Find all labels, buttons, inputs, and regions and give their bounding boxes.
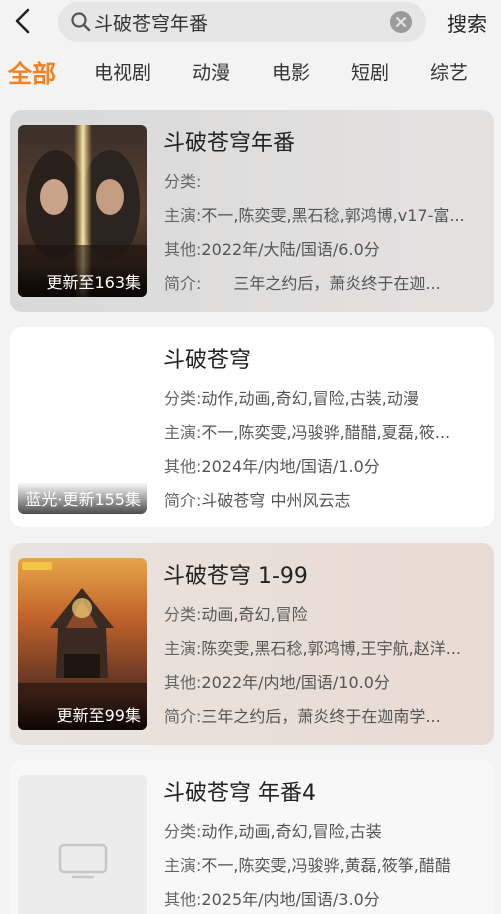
intro-row: 简介: 三年之约后，萧炎终于在迦... [164,274,441,293]
clear-button[interactable] [390,11,412,33]
tab-all[interactable]: 全部 [8,54,56,89]
tab-anime[interactable]: 动漫 [192,58,230,85]
poster-image[interactable]: 蓝光·更新155集 [18,342,147,514]
category-row: 分类:动作,动画,奇幻,冒险,古装,动漫 [164,389,419,408]
result-card[interactable]: 蓝光·更新155集 斗破苍穹 分类:动作,动画,奇幻,冒险,古装,动漫 主演:不… [10,327,494,527]
intro-row: 简介:三年之约后，萧炎终于在迦南学... [164,707,441,726]
episode-badge: 更新至99集 [18,698,147,730]
cast-row: 主演:不一,陈奕雯,冯骏骅,黄磊,筱筝,醋醋 [164,856,451,875]
poster-image[interactable]: 更新至99集 [18,558,147,730]
chevron-left-icon [15,8,30,34]
category-tabs: 全部 电视剧 动漫 电影 短剧 综艺 [0,52,501,92]
other-row: 其他:2024年/内地/国语/1.0分 [164,457,380,476]
result-card[interactable]: 斗破苍穹 年番4 分类:动作,动画,奇幻,冒险,古装 主演:不一,陈奕雯,冯骏骅… [10,760,494,914]
cast-row: 主演:不一,陈奕雯,黑石稔,郭鸿博,v17-富... [164,206,465,225]
search-input[interactable] [94,6,384,38]
result-card[interactable]: 更新至163集 斗破苍穹年番 分类: 主演:不一,陈奕雯,黑石稔,郭鸿博,v17… [10,110,494,312]
clear-icon [396,17,406,27]
other-row: 其他:2022年/内地/国语/10.0分 [164,673,390,692]
result-title[interactable]: 斗破苍穹年番 [163,125,295,157]
poster-placeholder[interactable] [18,775,147,914]
category-row: 分类: [164,172,202,191]
tv-icon [58,843,108,879]
episode-badge: 更新至163集 [18,265,147,297]
search-icon [71,12,91,32]
category-row: 分类:动作,动画,奇幻,冒险,古装 [164,822,382,841]
tab-tv[interactable]: 电视剧 [94,58,151,85]
other-row: 其他:2022年/大陆/国语/6.0分 [164,240,380,259]
tab-short[interactable]: 短剧 [351,58,389,85]
back-button[interactable] [8,6,38,36]
intro-row: 简介:斗破苍穹 中州风云志 [164,491,351,510]
top-bar: 搜索 [0,0,501,44]
result-title[interactable]: 斗破苍穹 年番4 [163,775,316,807]
result-title[interactable]: 斗破苍穹 1-99 [163,558,308,590]
poster-image[interactable]: 更新至163集 [18,125,147,297]
category-row: 分类:动画,奇幻,冒险 [164,605,308,624]
cast-row: 主演:不一,陈奕雯,冯骏骅,醋醋,夏磊,筱... [164,423,451,442]
search-box[interactable] [58,2,426,42]
result-title[interactable]: 斗破苍穹 [163,342,251,374]
other-row: 其他:2025年/内地/国语/3.0分 [164,890,380,909]
tab-movie[interactable]: 电影 [272,58,310,85]
result-card[interactable]: 更新至99集 斗破苍穹 1-99 分类:动画,奇幻,冒险 主演:陈奕雯,黑石稔,… [10,543,494,745]
search-button[interactable]: 搜索 [447,8,487,37]
tab-variety[interactable]: 综艺 [430,58,468,85]
cast-row: 主演:陈奕雯,黑石稔,郭鸿博,王宇航,赵洋... [164,639,462,658]
episode-badge: 蓝光·更新155集 [18,482,147,514]
